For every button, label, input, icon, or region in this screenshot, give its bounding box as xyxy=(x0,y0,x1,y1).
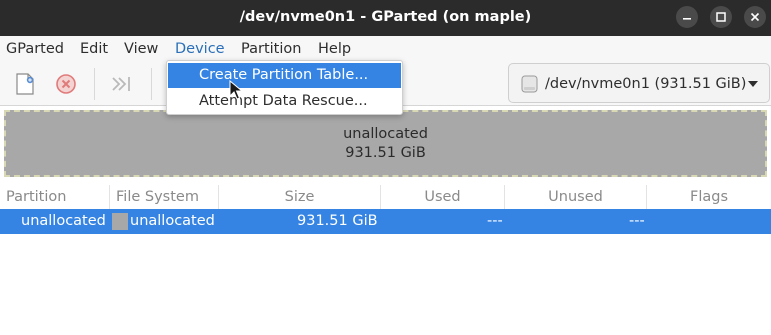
menu-view[interactable]: View xyxy=(124,36,158,62)
toolbar-separator xyxy=(94,68,95,100)
delete-icon[interactable] xyxy=(53,71,79,97)
close-button[interactable] xyxy=(744,6,766,28)
menu-gparted[interactable]: GParted xyxy=(6,36,64,62)
cell-unused: --- xyxy=(629,213,645,229)
disk-icon xyxy=(521,75,538,93)
apply-icon[interactable] xyxy=(110,71,136,97)
column-header-unused[interactable]: Unused xyxy=(505,185,647,209)
maximize-button[interactable] xyxy=(710,6,732,28)
column-header-used[interactable]: Used xyxy=(381,185,505,209)
disk-map-unallocated[interactable]: unallocated 931.51 GiB xyxy=(4,110,767,177)
menu-edit[interactable]: Edit xyxy=(80,36,108,62)
device-selector[interactable]: /dev/nvme0n1 (931.51 GiB) xyxy=(508,63,770,103)
minimize-button[interactable] xyxy=(676,6,698,28)
device-menu-dropdown: Create Partition Table... Attempt Data R… xyxy=(166,60,403,115)
cell-size: 931.51 GiB xyxy=(297,213,378,229)
disk-map-size: 931.51 GiB xyxy=(345,145,426,161)
filesystem-color-swatch xyxy=(112,213,128,230)
device-selector-label: /dev/nvme0n1 (931.51 GiB) xyxy=(545,76,747,92)
toolbar-separator xyxy=(151,68,152,100)
cell-file-system: unallocated xyxy=(130,213,215,229)
column-header-flags[interactable]: Flags xyxy=(647,185,771,209)
window-title: /dev/nvme0n1 - GParted (on maple) xyxy=(239,9,532,25)
new-partition-icon[interactable] xyxy=(12,71,38,97)
disk-map-label: unallocated xyxy=(343,126,428,142)
minimize-icon xyxy=(683,18,691,20)
table-row[interactable]: unallocated unallocated 931.51 GiB --- -… xyxy=(0,209,771,234)
column-header-file-system[interactable]: File System xyxy=(110,185,219,209)
menu-bar: GParted Edit View Device Partition Help xyxy=(0,36,771,62)
cell-used: --- xyxy=(487,213,503,229)
title-bar: /dev/nvme0n1 - GParted (on maple) xyxy=(0,0,771,36)
close-icon xyxy=(750,12,760,22)
menu-device[interactable]: Device xyxy=(175,36,225,62)
cell-partition: unallocated xyxy=(21,213,106,229)
menu-item-create-partition-table[interactable]: Create Partition Table... xyxy=(168,63,401,88)
menu-help[interactable]: Help xyxy=(318,36,351,62)
mouse-cursor-icon xyxy=(229,80,243,100)
column-header-size[interactable]: Size xyxy=(219,185,381,209)
column-header-partition[interactable]: Partition xyxy=(0,185,110,209)
menu-partition[interactable]: Partition xyxy=(241,36,301,62)
menu-item-attempt-data-rescue[interactable]: Attempt Data Rescue... xyxy=(168,89,401,114)
chevron-down-icon xyxy=(748,81,758,87)
maximize-icon xyxy=(716,12,726,22)
partition-table-header: Partition File System Size Used Unused F… xyxy=(0,185,771,209)
